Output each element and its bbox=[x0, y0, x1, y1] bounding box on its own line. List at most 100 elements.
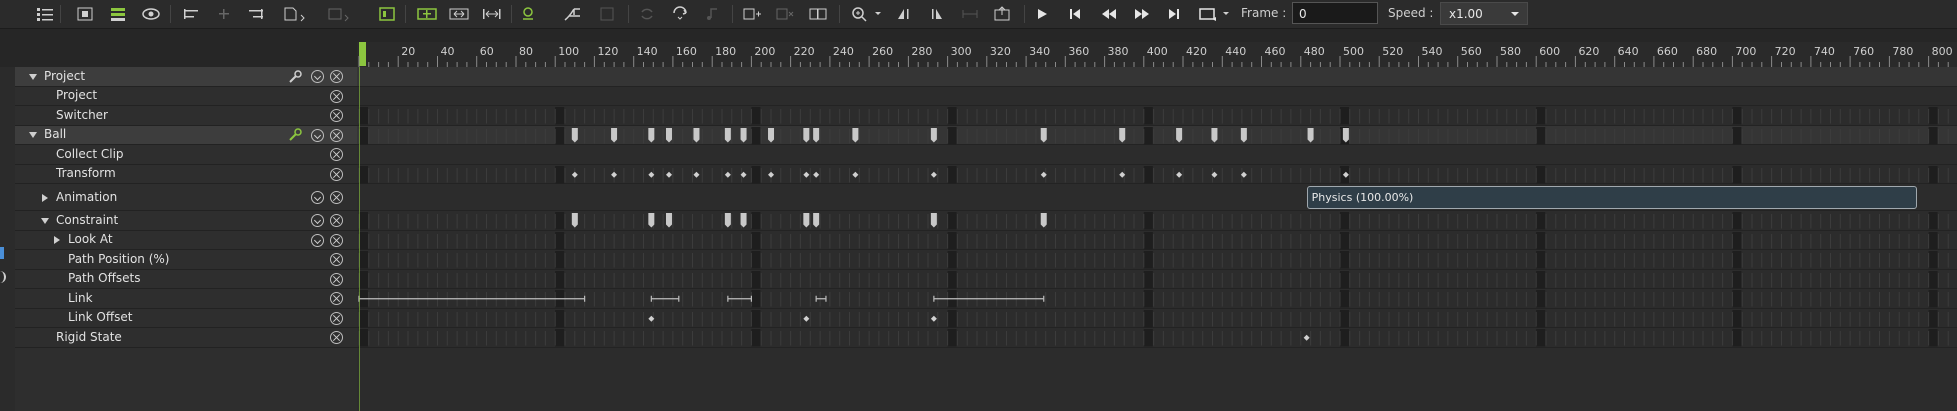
clip-key-marker[interactable] bbox=[611, 127, 618, 143]
remove-track-icon[interactable] bbox=[330, 128, 343, 142]
clip-key-marker[interactable] bbox=[665, 213, 672, 228]
remove-track-icon[interactable] bbox=[330, 214, 343, 228]
clip-key-marker[interactable] bbox=[803, 213, 810, 228]
align-left-icon[interactable] bbox=[180, 3, 202, 25]
key-marker[interactable] bbox=[803, 315, 810, 322]
key-marker[interactable] bbox=[768, 171, 775, 178]
motion-layer-icon[interactable] bbox=[518, 3, 548, 25]
clip-key-marker[interactable] bbox=[1240, 127, 1247, 143]
curve-branch-icon[interactable] bbox=[560, 3, 586, 25]
clip-settings-icon[interactable] bbox=[376, 3, 398, 25]
clip-key-marker[interactable] bbox=[571, 213, 578, 228]
track-row[interactable]: Animation bbox=[15, 184, 357, 211]
remove-track-icon[interactable] bbox=[330, 109, 343, 123]
stretch-icon[interactable] bbox=[479, 3, 505, 25]
add-key-icon[interactable] bbox=[74, 3, 96, 25]
key-marker[interactable] bbox=[1176, 171, 1183, 178]
mirror-right-icon[interactable] bbox=[926, 3, 948, 25]
eye-icon[interactable] bbox=[140, 3, 162, 25]
collapse-icon[interactable] bbox=[311, 191, 324, 204]
collapse-icon[interactable] bbox=[311, 128, 324, 142]
track-row[interactable]: Project bbox=[15, 67, 357, 87]
timeline-lane[interactable] bbox=[357, 270, 1957, 289]
track-row[interactable]: Transform bbox=[15, 165, 357, 184]
go-to-end-icon[interactable] bbox=[1163, 3, 1185, 25]
collapse-icon[interactable] bbox=[311, 214, 324, 228]
zoom-icon[interactable] bbox=[848, 3, 872, 25]
track-row[interactable]: Link Offset bbox=[15, 309, 357, 328]
key-marker[interactable] bbox=[852, 171, 859, 178]
clip-key-marker[interactable] bbox=[724, 127, 731, 143]
previous-key-icon[interactable] bbox=[1097, 3, 1121, 25]
track-row[interactable]: Project bbox=[15, 87, 357, 106]
sync-icon[interactable] bbox=[668, 3, 692, 25]
link-span[interactable] bbox=[815, 295, 827, 302]
export-clip-icon[interactable] bbox=[280, 3, 308, 25]
clip-key-marker[interactable] bbox=[803, 127, 810, 143]
expand-down-icon[interactable] bbox=[29, 132, 37, 139]
side-tab-circle-icon[interactable] bbox=[0, 271, 6, 283]
clip-key-marker[interactable] bbox=[813, 127, 820, 143]
go-to-start-icon[interactable] bbox=[1064, 3, 1086, 25]
mirror-left-icon[interactable] bbox=[893, 3, 915, 25]
expand-down-icon[interactable] bbox=[29, 73, 37, 80]
speed-select[interactable]: x1.00 bbox=[1440, 2, 1528, 25]
clip-key-marker[interactable] bbox=[740, 127, 747, 143]
remove-track-icon[interactable] bbox=[330, 191, 343, 204]
remove-track-icon[interactable] bbox=[330, 253, 343, 267]
key-marker[interactable] bbox=[813, 171, 820, 178]
track-row[interactable]: Constraint bbox=[15, 211, 357, 231]
track-row[interactable]: Switcher bbox=[15, 106, 357, 126]
key-marker[interactable] bbox=[611, 171, 618, 178]
physics-clip[interactable]: Physics (100.00%) bbox=[1306, 186, 1917, 209]
side-tab-icon[interactable] bbox=[0, 247, 4, 259]
clip-key-marker[interactable] bbox=[930, 213, 937, 228]
timeline-lane[interactable] bbox=[357, 250, 1957, 270]
clip-key-marker[interactable] bbox=[648, 127, 655, 143]
pin-icon[interactable] bbox=[288, 128, 302, 142]
remove-track-icon[interactable] bbox=[330, 89, 343, 103]
key-marker[interactable] bbox=[724, 171, 731, 178]
track-row[interactable]: Ball bbox=[15, 125, 357, 145]
key-marker[interactable] bbox=[1342, 171, 1349, 178]
remove-track-icon[interactable] bbox=[330, 148, 343, 162]
key-marker[interactable] bbox=[1040, 171, 1047, 178]
clip-key-marker[interactable] bbox=[665, 127, 672, 143]
track-row[interactable]: Path Position (%) bbox=[15, 250, 357, 270]
key-marker[interactable] bbox=[1211, 171, 1218, 178]
track-row[interactable]: Link bbox=[15, 289, 357, 309]
remove-track-icon[interactable] bbox=[330, 272, 343, 286]
expand-right-icon[interactable] bbox=[54, 236, 60, 245]
key-marker[interactable] bbox=[803, 171, 810, 178]
remove-track-icon[interactable] bbox=[330, 167, 343, 181]
remove-track-icon[interactable] bbox=[330, 233, 343, 247]
insert-frames-icon[interactable] bbox=[740, 3, 764, 25]
key-marker[interactable] bbox=[648, 315, 655, 322]
fit-range-icon[interactable] bbox=[446, 3, 472, 25]
next-key-icon[interactable] bbox=[1130, 3, 1154, 25]
clip-key-marker[interactable] bbox=[768, 127, 775, 143]
clip-key-marker[interactable] bbox=[1307, 127, 1314, 143]
clip-key-marker[interactable] bbox=[571, 127, 578, 143]
remove-track-icon[interactable] bbox=[330, 311, 343, 325]
track-row[interactable]: Look At bbox=[15, 231, 357, 250]
expand-right-icon[interactable] bbox=[42, 193, 48, 202]
key-marker[interactable] bbox=[1119, 171, 1126, 178]
track-row[interactable]: Collect Clip bbox=[15, 145, 357, 165]
track-list-icon[interactable] bbox=[34, 3, 56, 25]
key-marker[interactable] bbox=[930, 315, 937, 322]
collapse-icon[interactable] bbox=[311, 70, 324, 84]
track-row[interactable]: Path Offsets bbox=[15, 270, 357, 289]
timeline-area[interactable]: Physics (100.00%) bbox=[357, 67, 1957, 411]
timeline-lane[interactable] bbox=[357, 67, 1957, 87]
collapse-icon[interactable] bbox=[311, 233, 324, 247]
key-marker[interactable] bbox=[665, 171, 672, 178]
link-span[interactable] bbox=[358, 295, 586, 302]
key-marker[interactable] bbox=[693, 171, 700, 178]
key-marker[interactable] bbox=[571, 171, 578, 178]
link-span[interactable] bbox=[727, 295, 752, 302]
clip-key-marker[interactable] bbox=[1342, 127, 1349, 143]
link-span[interactable] bbox=[650, 295, 680, 302]
loop-chevron-down-icon[interactable] bbox=[1221, 3, 1231, 25]
timeline-lane[interactable] bbox=[357, 87, 1957, 106]
